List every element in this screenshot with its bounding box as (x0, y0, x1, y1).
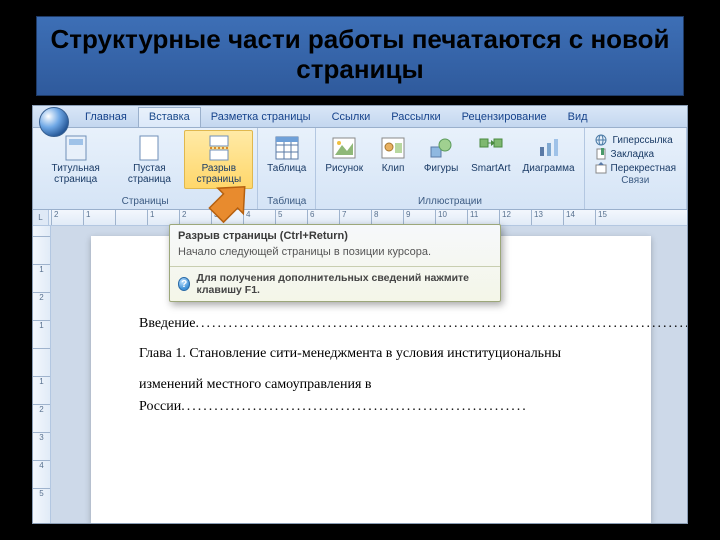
bookmark-icon (595, 148, 607, 160)
bookmark-label: Закладка (611, 149, 654, 160)
tooltip-help-row: ? Для получения дополнительных сведений … (170, 266, 500, 301)
blank-page-icon (135, 134, 163, 162)
toc-dots: ........................................… (181, 399, 528, 414)
vruler-tick: 4 (33, 460, 50, 488)
picture-button[interactable]: Рисунок (320, 130, 368, 179)
vruler-tick: 3 (33, 432, 50, 460)
group-illustrations: Рисунок Клип Фигуры (316, 128, 584, 209)
ruler-tick: 7 (339, 210, 371, 225)
ruler-tick: 2 (179, 210, 211, 225)
crossref-label: Перекрестная (611, 163, 676, 174)
group-illustrations-title: Иллюстрации (320, 195, 579, 209)
hyperlink-label: Гиперссылка (613, 135, 673, 146)
ruler-corner: L (33, 210, 49, 226)
vruler-tick: 1 (33, 376, 50, 404)
ruler-tick: 14 (563, 210, 595, 225)
page-break-button[interactable]: Разрыв страницы (184, 130, 253, 189)
clip-button[interactable]: Клип (370, 130, 416, 179)
toc-dots: ........................................… (195, 316, 688, 331)
ruler-tick: 15 (595, 210, 627, 225)
vruler-tick (33, 348, 50, 376)
tab-review[interactable]: Рецензирование (452, 108, 558, 127)
chart-icon (535, 134, 563, 162)
toc-intro-text: Введение (139, 316, 195, 331)
smartart-icon (477, 134, 505, 162)
toc-intro-line: Введение................................… (139, 313, 603, 335)
smartart-button[interactable]: SmartArt (466, 130, 515, 179)
page-break-icon (205, 134, 233, 162)
ruler-tick (115, 210, 147, 225)
cover-page-label: Титульная страница (42, 164, 109, 185)
page-break-label: Разрыв страницы (189, 164, 248, 185)
group-tables-title: Таблица (262, 195, 311, 209)
cover-page-button[interactable]: Титульная страница (37, 130, 114, 189)
toc-chapter1-text: Глава 1. Становление сити-менеджмента в … (139, 346, 561, 361)
ruler-tick: 12 (499, 210, 531, 225)
smartart-label: SmartArt (471, 164, 510, 175)
vruler-tick: 1 (33, 320, 50, 348)
ruler-tick: 1 (83, 210, 115, 225)
tab-layout[interactable]: Разметка страницы (201, 108, 322, 127)
ruler-tick: 11 (467, 210, 499, 225)
ruler-tick: 10 (435, 210, 467, 225)
vruler-tick: 1 (33, 264, 50, 292)
vruler-tick: 2 (33, 292, 50, 320)
table-icon (273, 134, 301, 162)
vruler-tick: 2 (33, 404, 50, 432)
ruler-tick: 5 (275, 210, 307, 225)
ruler-tick: 3 (211, 210, 243, 225)
toc-chapter1-cont: изменений местного самоуправления в Росс… (139, 374, 603, 419)
shapes-icon (427, 134, 455, 162)
shapes-label: Фигуры (424, 164, 458, 175)
hyperlink-icon (595, 134, 609, 146)
slide-title: Структурные части работы печатаются с но… (36, 16, 684, 96)
bookmark-button[interactable]: Закладка (595, 148, 676, 160)
help-icon: ? (178, 277, 190, 291)
ribbon-tabs: Главная Вставка Разметка страницы Ссылки… (33, 106, 687, 128)
tooltip-body: Начало следующей страницы в позиции курс… (170, 244, 500, 266)
blank-page-button[interactable]: Пустая страница (116, 130, 182, 189)
ribbon: Титульная страница Пустая страница Разры… (33, 128, 687, 210)
tooltip-title: Разрыв страницы (Ctrl+Return) (170, 225, 500, 244)
ruler-tick: 4 (243, 210, 275, 225)
ruler-tick: 1 (147, 210, 179, 225)
cover-page-icon (62, 134, 90, 162)
group-tables: Таблица Таблица (258, 128, 316, 209)
ruler-tick: 9 (403, 210, 435, 225)
group-pages-title: Страницы (37, 195, 253, 209)
vruler-tick (33, 236, 50, 264)
tab-view[interactable]: Вид (558, 108, 599, 127)
chart-button[interactable]: Диаграмма (518, 130, 580, 179)
tooltip-help-text: Для получения дополнительных сведений на… (196, 272, 492, 296)
picture-icon (330, 134, 358, 162)
group-pages: Титульная страница Пустая страница Разры… (33, 128, 258, 209)
toc-chapter1-line: Глава 1. Становление сити-менеджмента в … (139, 343, 603, 365)
group-links-title: Связи (589, 174, 682, 188)
vruler-tick: 5 (33, 488, 50, 516)
crossref-button[interactable]: Перекрестная (595, 162, 676, 174)
tab-home[interactable]: Главная (75, 108, 138, 127)
clip-icon (379, 134, 407, 162)
group-links: Гиперссылка Закладка Перекрестная Связи (585, 128, 687, 209)
shapes-button[interactable]: Фигуры (418, 130, 464, 179)
ruler-tick: 2 (51, 210, 83, 225)
office-button[interactable] (39, 107, 69, 137)
vertical-ruler[interactable]: 12112345 (33, 226, 51, 523)
crossref-icon (595, 162, 607, 174)
word-app-window: Главная Вставка Разметка страницы Ссылки… (32, 105, 688, 524)
ruler-tick: 6 (307, 210, 339, 225)
tab-mailings[interactable]: Рассылки (381, 108, 451, 127)
ruler-tick: 13 (531, 210, 563, 225)
table-label: Таблица (267, 164, 306, 175)
tab-references[interactable]: Ссылки (322, 108, 382, 127)
picture-label: Рисунок (325, 164, 363, 175)
page-break-tooltip: Разрыв страницы (Ctrl+Return) Начало сле… (169, 224, 501, 302)
hyperlink-button[interactable]: Гиперссылка (595, 134, 676, 146)
ruler-tick: 8 (371, 210, 403, 225)
chart-label: Диаграмма (523, 164, 575, 175)
tab-insert[interactable]: Вставка (138, 107, 201, 127)
blank-page-label: Пустая страница (121, 164, 177, 185)
table-button[interactable]: Таблица (262, 130, 311, 179)
clip-label: Клип (382, 164, 405, 175)
